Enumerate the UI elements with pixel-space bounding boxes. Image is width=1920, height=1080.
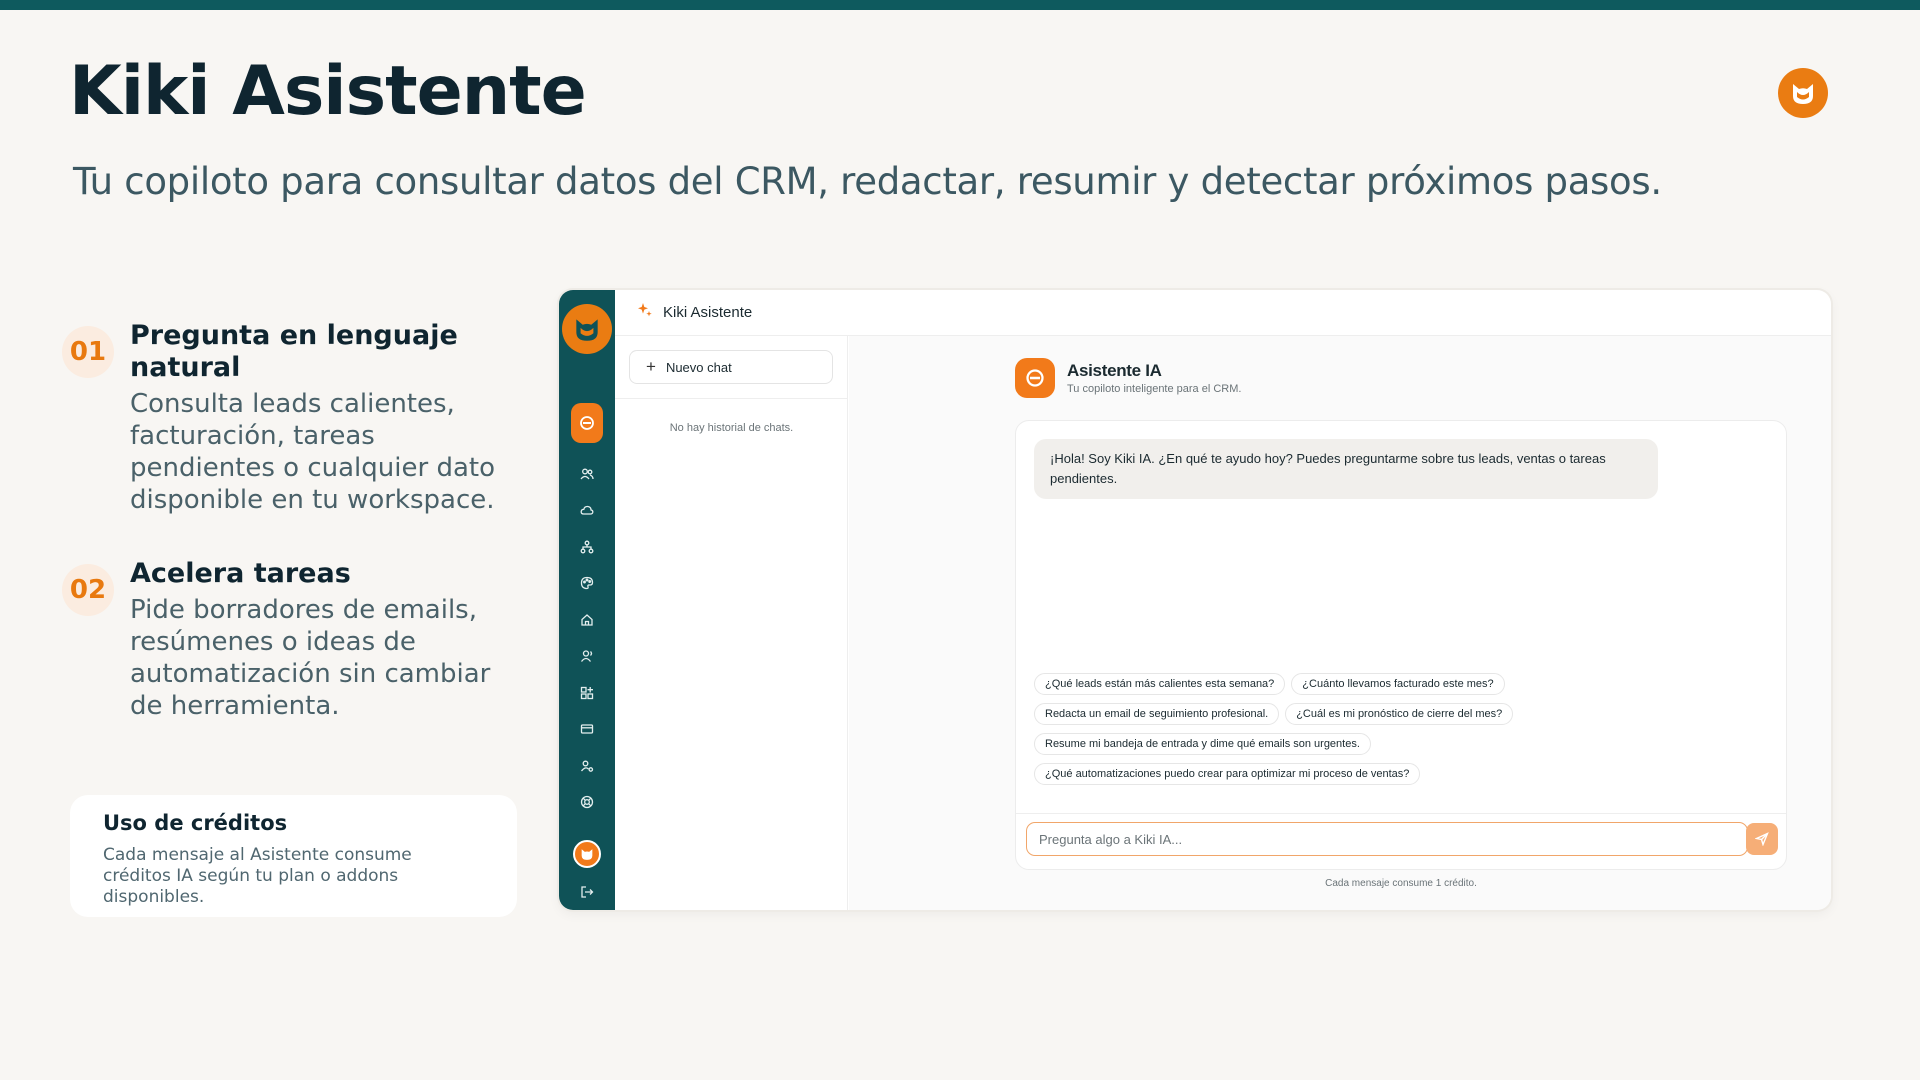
sparkles-icon (637, 302, 653, 323)
support-icon[interactable] (575, 790, 599, 814)
suggestion-chip[interactable]: ¿Cuánto llevamos facturado este mes? (1291, 673, 1505, 695)
send-button[interactable] (1746, 823, 1778, 855)
feature-title: Acelera tareas (130, 558, 351, 589)
plus-icon: + (646, 357, 656, 376)
assistant-icon[interactable] (571, 403, 603, 443)
palette-icon[interactable] (575, 571, 599, 595)
logout-icon[interactable] (575, 880, 599, 904)
chat-main: Asistente IA Tu copiloto inteligente par… (849, 336, 1831, 910)
kiki-cat-logo-icon (1778, 68, 1828, 118)
feature-item: 01 Pregunta en lenguaje natural Consulta… (62, 320, 522, 516)
feature-item: 02 Acelera tareas Pide borradores de ema… (62, 558, 522, 722)
hierarchy-icon[interactable] (575, 535, 599, 559)
chat-panel: ¡Hola! Soy Kiki IA. ¿En qué te ayudo hoy… (1015, 420, 1787, 870)
feature-number: 01 (62, 326, 114, 378)
assistant-name: Asistente IA (1067, 361, 1162, 380)
suggestion-chips: ¿Qué leads están más calientes esta sema… (1034, 673, 1774, 793)
nav-rail (559, 290, 615, 910)
card-icon[interactable] (575, 717, 599, 741)
users-icon[interactable] (575, 462, 599, 486)
divider (1016, 813, 1786, 814)
empty-history-text: No hay historial de chats. (669, 422, 794, 434)
suggestion-chip[interactable]: ¿Cuál es mi pronóstico de cierre del mes… (1285, 703, 1514, 725)
app-header-title: Kiki Asistente (663, 304, 753, 321)
credit-footnote: Cada mensaje consume 1 crédito. (1325, 878, 1477, 889)
suggestion-chip[interactable]: Redacta un email de seguimiento profesio… (1034, 703, 1280, 725)
new-chat-button[interactable]: + Nuevo chat (629, 350, 833, 384)
feature-description: Consulta leads calientes, facturación, t… (130, 389, 495, 515)
avatar[interactable] (573, 840, 601, 868)
divider (615, 398, 848, 399)
suggestion-chip[interactable]: Resume mi bandeja de entrada y dime qué … (1034, 733, 1371, 755)
feature-number: 02 (62, 564, 114, 616)
page-title: Kiki Asistente (69, 52, 587, 131)
suggestion-chip[interactable]: ¿Qué leads están más calientes esta sema… (1034, 673, 1286, 695)
chat-history-sidebar: + Nuevo chat No hay historial de chats. (615, 336, 848, 910)
apps-icon[interactable] (575, 681, 599, 705)
home-icon[interactable] (575, 608, 599, 632)
assistant-header: Asistente IA Tu copiloto inteligente par… (1015, 358, 1241, 398)
credits-card: Uso de créditos Cada mensaje al Asistent… (70, 795, 517, 917)
cloud-icon[interactable] (575, 498, 599, 522)
app-header: Kiki Asistente (615, 290, 1831, 336)
new-chat-label: Nuevo chat (665, 359, 732, 375)
assistant-icon (1015, 358, 1055, 398)
assistant-message: ¡Hola! Soy Kiki IA. ¿En qué te ayudo hoy… (1034, 439, 1658, 499)
user-settings-icon[interactable] (575, 754, 599, 778)
chat-input[interactable]: Pregunta algo a Kiki IA... (1026, 822, 1748, 856)
credits-title: Uso de créditos (103, 811, 288, 835)
app-window: Kiki Asistente + Nuevo chat No hay histo… (559, 290, 1831, 910)
kiki-cat-logo-icon[interactable] (562, 304, 612, 354)
contacts-icon[interactable] (575, 644, 599, 668)
suggestion-chip[interactable]: ¿Qué automatizaciones puedo crear para o… (1034, 763, 1421, 785)
page-subtitle: Tu copiloto para consultar datos del CRM… (73, 160, 1662, 203)
feature-title: Pregunta en lenguaje natural (130, 320, 458, 383)
feature-description: Pide borradores de emails, resúmenes o i… (130, 595, 491, 721)
assistant-tagline: Tu copiloto inteligente para el CRM. (1067, 383, 1242, 395)
top-accent-bar (0, 0, 1920, 10)
credits-text: Cada mensaje al Asistente consume crédit… (103, 845, 412, 907)
